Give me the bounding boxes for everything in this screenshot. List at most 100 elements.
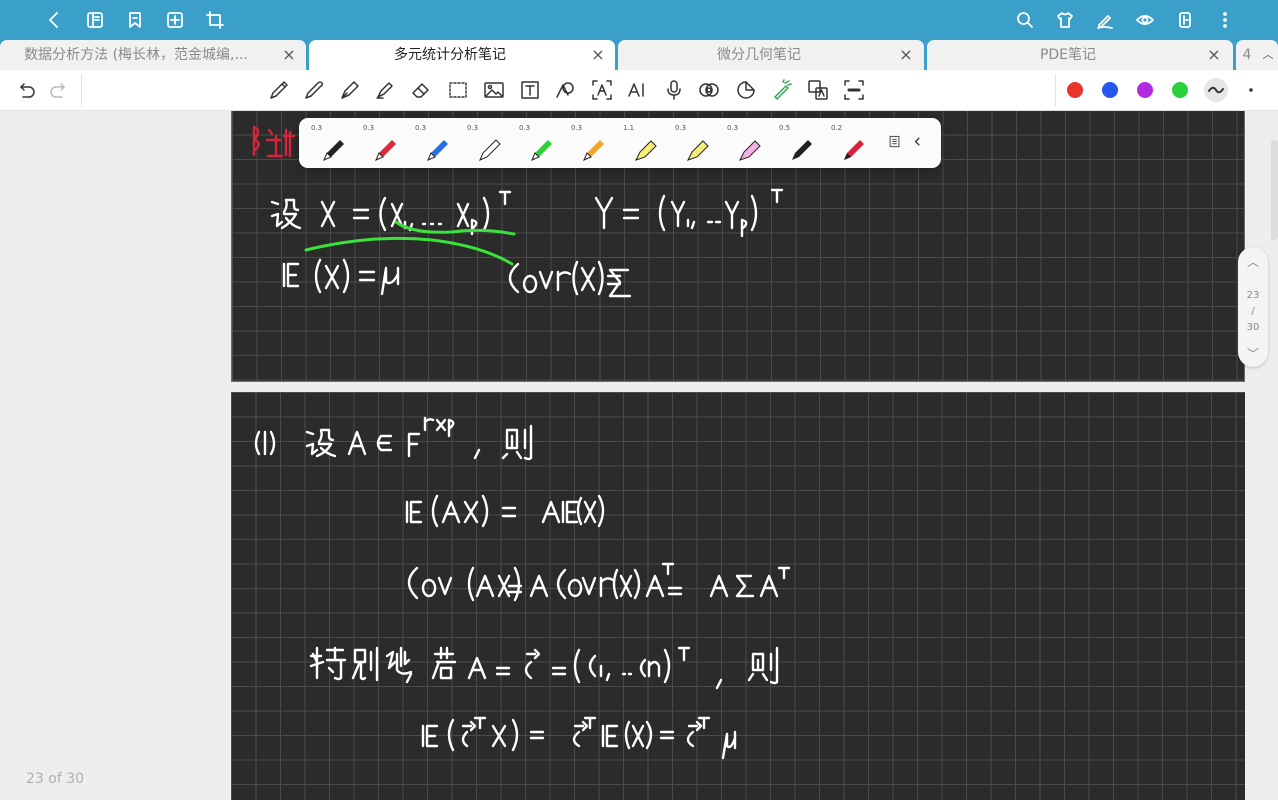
pen-preset-orange[interactable]: 0.3 xyxy=(567,120,617,166)
highlighter-preset-yellow-2[interactable]: 0.3 xyxy=(671,120,721,166)
pen-preset-blue[interactable]: 0.3 xyxy=(411,120,461,166)
stroke-style-icon[interactable] xyxy=(1204,78,1228,102)
pen-width-label: 0.3 xyxy=(363,124,375,132)
tab-label: 多元统计分析笔记 xyxy=(394,47,506,63)
tab-close-icon[interactable]: × xyxy=(1206,47,1222,63)
shape-icon[interactable] xyxy=(553,78,577,102)
preset-list-icon[interactable] xyxy=(883,120,907,166)
tab-differential-geometry[interactable]: 微分几何笔记 × xyxy=(618,40,924,70)
undo-icon[interactable] xyxy=(14,78,38,102)
pen-icon xyxy=(583,140,604,161)
app-top-bar xyxy=(0,0,1278,40)
pen-width-label: 1.1 xyxy=(623,124,635,132)
color-green-swatch[interactable] xyxy=(1172,82,1188,98)
pen-icon xyxy=(375,140,396,161)
chevron-up-icon[interactable]: ︿ xyxy=(1260,47,1276,63)
tab-label: PDE笔记 xyxy=(1039,47,1097,63)
pen-preset-red[interactable]: 0.3 xyxy=(359,120,409,166)
drawing-toolbar xyxy=(0,70,1278,111)
ocr-icon[interactable] xyxy=(842,78,866,102)
pen-icon xyxy=(323,140,344,161)
pen-width-label: 0.3 xyxy=(571,124,583,132)
scroll-total-pages: 30 xyxy=(1246,322,1260,333)
add-page-icon[interactable] xyxy=(161,6,189,34)
redo-icon[interactable] xyxy=(47,78,71,102)
search-icon[interactable] xyxy=(1011,6,1039,34)
pen-sign-icon[interactable] xyxy=(1091,6,1119,34)
highlighter-preset-yellow[interactable]: 1.1 xyxy=(619,120,669,166)
pen-icon xyxy=(792,140,812,160)
chevron-down-icon[interactable]: ﹀ xyxy=(1238,345,1268,362)
pen-preset-red-2[interactable]: 0.2 xyxy=(827,120,877,166)
pen-preset-white[interactable]: 0.3 xyxy=(463,120,513,166)
pen-width-label: 0.3 xyxy=(311,124,323,132)
pen-width-label: 0.3 xyxy=(519,124,531,132)
laser-pointer-icon[interactable] xyxy=(770,78,794,102)
fountain-pen-icon[interactable] xyxy=(338,78,362,102)
pen-width-label: 0.5 xyxy=(779,124,791,132)
notebook-canvas[interactable] xyxy=(0,111,1278,800)
pen-presets-popup: 0.3 0.3 0.3 0.3 0.3 0.3 1.1 0.3 0.3 0.5 … xyxy=(299,118,941,168)
highlighter-icon xyxy=(687,140,709,161)
eraser-icon[interactable] xyxy=(409,78,433,102)
pen-width-label: 0.3 xyxy=(675,124,687,132)
crop-icon[interactable] xyxy=(201,6,229,34)
collapse-chevron-icon[interactable] xyxy=(909,120,933,166)
link-icon[interactable] xyxy=(697,78,721,102)
tab-close-icon[interactable]: × xyxy=(590,47,606,63)
tab-close-icon[interactable]: × xyxy=(898,47,914,63)
color-red-swatch[interactable] xyxy=(1067,82,1083,98)
eye-icon[interactable] xyxy=(1131,6,1159,34)
highlighter-icon[interactable] xyxy=(373,78,397,102)
notebook-page[interactable] xyxy=(231,392,1245,800)
pen-icon xyxy=(427,140,448,161)
image-icon[interactable] xyxy=(482,78,506,102)
translate-icon[interactable] xyxy=(806,78,830,102)
highlighter-preset-pink[interactable]: 0.3 xyxy=(723,120,773,166)
page-scroll-control[interactable]: ︿ 23 / 30 ﹀ xyxy=(1238,247,1268,367)
scroll-slash: / xyxy=(1251,306,1255,317)
more-vertical-icon[interactable] xyxy=(1211,6,1239,34)
highlighter-icon xyxy=(635,140,657,161)
pencil-icon[interactable] xyxy=(267,78,291,102)
pen-width-label: 0.3 xyxy=(727,124,739,132)
text-box-icon[interactable] xyxy=(518,78,542,102)
scroll-current-page: 23 xyxy=(1246,290,1260,301)
handwriting-ink xyxy=(254,416,791,760)
phone-layout-icon[interactable] xyxy=(1171,6,1199,34)
pen-icon[interactable] xyxy=(302,78,326,102)
tab-close-icon[interactable]: × xyxy=(281,47,297,63)
pen-preset-green[interactable]: 0.3 xyxy=(515,120,565,166)
pen-width-label: 0.3 xyxy=(415,124,427,132)
tab-pde[interactable]: PDE笔记 × xyxy=(927,40,1233,70)
sticker-icon[interactable] xyxy=(734,78,758,102)
pen-icon xyxy=(531,140,552,161)
text-recognize-icon[interactable] xyxy=(590,78,614,102)
tab-data-analysis[interactable]: 数据分析方法 (梅长林，范金城编,... × xyxy=(0,40,306,70)
chevron-up-icon[interactable]: ︿ xyxy=(1238,253,1268,270)
ai-icon[interactable] xyxy=(625,78,649,102)
edge-scrollbar[interactable] xyxy=(1271,140,1278,240)
bookmark-icon[interactable] xyxy=(121,6,149,34)
pen-width-label: 0.3 xyxy=(467,124,479,132)
microphone-icon[interactable] xyxy=(662,78,686,102)
pen-icon xyxy=(844,140,864,160)
pen-preset-black-2[interactable]: 0.5 xyxy=(775,120,825,166)
page-indicator: 23 of 30 xyxy=(26,771,85,787)
pen-icon xyxy=(479,139,501,161)
notebook-icon[interactable] xyxy=(81,6,109,34)
tab-overflow[interactable]: 4 ︿ xyxy=(1236,40,1278,70)
back-icon[interactable] xyxy=(40,6,68,34)
tab-label: 数据分析方法 (梅长林，范金城编,... xyxy=(24,47,248,63)
lasso-select-icon[interactable] xyxy=(446,78,470,102)
tab-label: 4 xyxy=(1242,47,1252,63)
color-purple-swatch[interactable] xyxy=(1137,82,1153,98)
shirt-icon[interactable] xyxy=(1051,6,1079,34)
tab-multivariate-stats[interactable]: 多元统计分析笔记 × xyxy=(309,40,615,70)
more-dot-icon[interactable] xyxy=(1239,78,1263,102)
pen-preset-black[interactable]: 0.3 xyxy=(307,120,357,166)
tab-label: 微分几何笔记 xyxy=(717,47,801,63)
tab-bar: 数据分析方法 (梅长林，范金城编,... × 多元统计分析笔记 × 微分几何笔记… xyxy=(0,40,1278,70)
color-blue-swatch[interactable] xyxy=(1102,82,1118,98)
pen-width-label: 0.2 xyxy=(831,124,843,132)
